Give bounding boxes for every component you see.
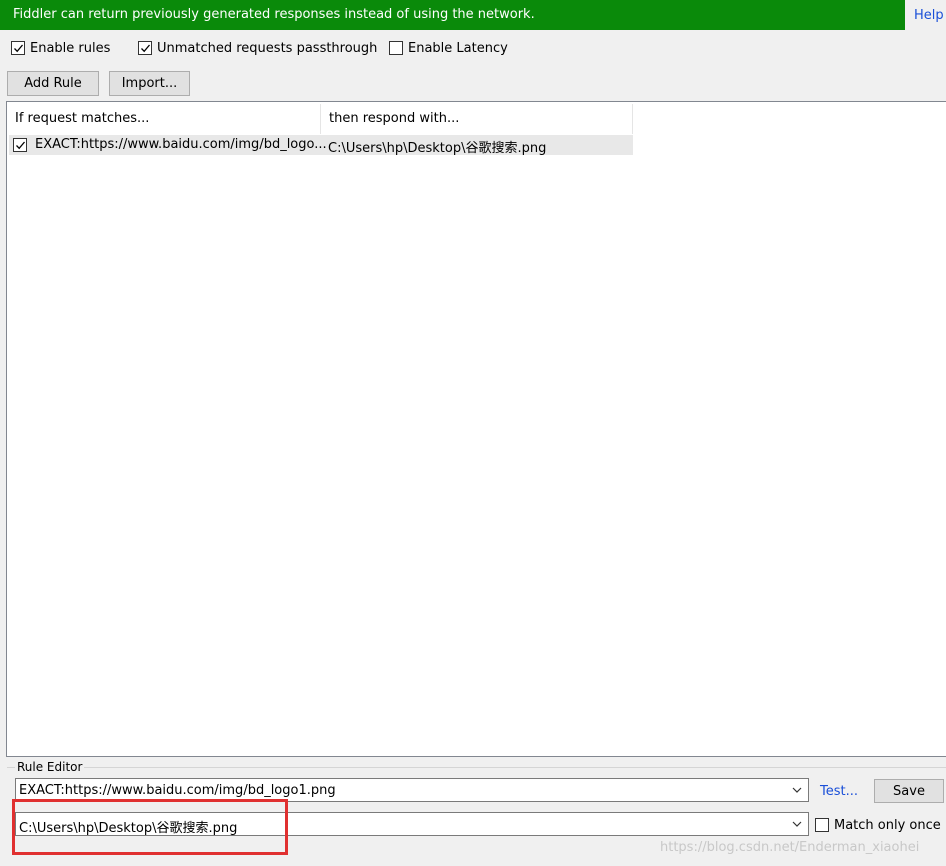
save-button[interactable]: Save [874,779,944,803]
test-link[interactable]: Test... [820,784,858,799]
unmatched-passthrough-checkbox[interactable] [138,41,152,55]
group-divider [7,767,946,768]
banner-message: Fiddler can return previously generated … [13,7,535,22]
enable-latency-checkbox[interactable] [389,41,403,55]
add-rule-button[interactable]: Add Rule [7,71,99,96]
column-header-respond[interactable]: then respond with... [321,104,633,134]
chevron-down-icon[interactable] [792,820,802,828]
checkmark-icon [140,44,150,52]
rule-enabled-checkbox[interactable] [13,138,27,152]
enable-latency-option[interactable]: Enable Latency [389,39,508,57]
match-only-once-option[interactable]: Match only once [815,816,941,834]
respond-action-combobox[interactable]: C:\Users\hp\Desktop\谷歌搜索.png [15,812,809,836]
match-rule-combobox[interactable]: EXACT:https://www.baidu.com/img/bd_logo1… [15,778,809,802]
watermark-text: https://blog.csdn.net/Enderman_xiaohei [660,840,920,855]
unmatched-passthrough-option[interactable]: Unmatched requests passthrough [138,39,377,57]
rule-match-cell: EXACT:https://www.baidu.com/img/bd_logo.… [35,137,327,152]
help-link[interactable]: Help [914,8,944,23]
respond-action-value: C:\Users\hp\Desktop\谷歌搜索.png [19,821,238,836]
enable-latency-label: Enable Latency [408,40,508,56]
match-only-once-label: Match only once [834,817,941,833]
table-row[interactable]: EXACT:https://www.baidu.com/img/bd_logo.… [9,135,633,156]
rule-editor-label: Rule Editor [15,760,85,774]
enable-rules-label: Enable rules [30,40,111,56]
unmatched-passthrough-label: Unmatched requests passthrough [157,40,378,56]
enable-rules-checkbox[interactable] [11,41,25,55]
rule-respond-cell: C:\Users\hp\Desktop\谷歌搜索.png [328,141,547,156]
match-rule-value: EXACT:https://www.baidu.com/img/bd_logo1… [19,783,336,798]
rule-editor-group: Rule Editor EXACT:https://www.baidu.com/… [7,760,946,850]
import-button[interactable]: Import... [109,71,190,96]
column-header-match[interactable]: If request matches... [7,104,321,134]
match-only-once-checkbox[interactable] [815,818,829,832]
chevron-down-icon[interactable] [792,786,802,794]
enable-rules-option[interactable]: Enable rules [11,39,110,57]
checkmark-icon [13,44,23,52]
checkmark-icon [15,141,25,149]
info-banner: Fiddler can return previously generated … [0,0,905,30]
rules-list[interactable]: If request matches... then respond with.… [6,101,946,757]
